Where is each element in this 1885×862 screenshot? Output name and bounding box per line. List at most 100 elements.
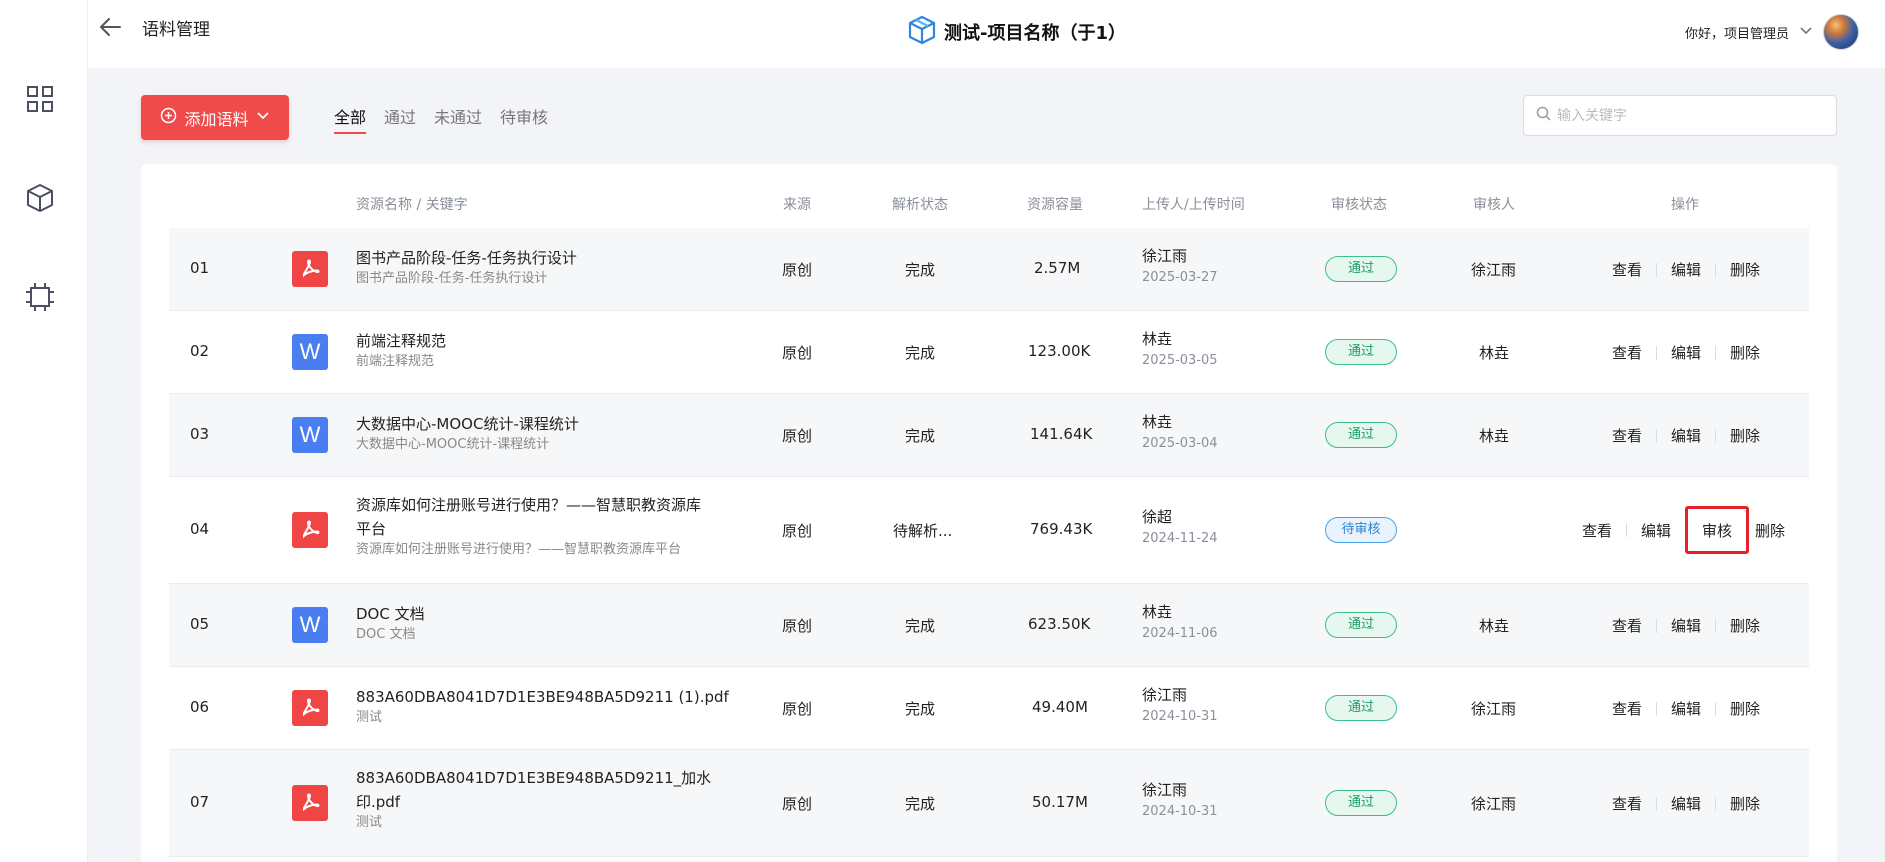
review-status-cell: 通过: [1325, 790, 1397, 816]
project-cube-icon: [908, 15, 936, 49]
view-button[interactable]: 查看: [1612, 793, 1642, 814]
left-rail: [0, 0, 88, 862]
upload-date: 2024-10-31: [1142, 709, 1218, 724]
table-row: 07 883A60DBA8041D7D1E3BE948BA5D9211_加水 印…: [169, 750, 1809, 857]
view-button[interactable]: 查看: [1612, 615, 1642, 636]
delete-button[interactable]: 删除: [1755, 520, 1785, 541]
view-button[interactable]: 查看: [1582, 520, 1612, 541]
resource-name-cell: 883A60DBA8041D7D1E3BE948BA5D9211 (1).pdf…: [356, 685, 729, 727]
row-operations: 查看 编辑 删除: [1612, 615, 1760, 636]
resource-name-cell: 前端注释规范 前端注释规范: [356, 329, 446, 371]
tab-pending[interactable]: 待审核: [500, 104, 548, 134]
table-row: 03 W 大数据中心-MOOC统计-课程统计 大数据中心-MOOC统计-课程统计…: [169, 394, 1809, 477]
avatar[interactable]: [1823, 14, 1859, 50]
delete-button[interactable]: 删除: [1730, 425, 1760, 446]
separator: [1656, 428, 1658, 443]
review-button[interactable]: 审核: [1702, 520, 1732, 541]
resource-name-cell: DOC 文档 DOC 文档: [356, 602, 425, 644]
reviewer: 徐江雨: [1471, 795, 1517, 813]
review-button-highlight[interactable]: 审核: [1685, 506, 1750, 554]
delete-button[interactable]: 删除: [1730, 698, 1760, 719]
uploader-name: 徐江雨: [1142, 781, 1188, 799]
separator: [1715, 796, 1717, 811]
add-corpus-button[interactable]: 添加语料: [141, 95, 289, 140]
uploader-cell: 林垚 2025-03-04: [1142, 411, 1218, 455]
review-status-cell: 通过: [1325, 612, 1397, 638]
col-review-status: 审核状态: [1331, 197, 1387, 213]
tab-all[interactable]: 全部: [334, 104, 367, 134]
delete-button[interactable]: 删除: [1730, 259, 1760, 280]
parse-status: 完成: [905, 795, 936, 813]
user-menu[interactable]: 你好，项目管理员: [1685, 12, 1859, 52]
resource-name: 图书产品阶段-任务-任务执行设计: [356, 249, 577, 267]
status-badge: 通过: [1325, 695, 1397, 721]
uploader-cell: 林垚 2025-03-05: [1142, 328, 1218, 372]
row-number: 05: [190, 615, 210, 633]
back-arrow-icon[interactable]: [98, 14, 124, 40]
edit-button[interactable]: 编辑: [1671, 259, 1701, 280]
delete-button[interactable]: 删除: [1730, 793, 1760, 814]
view-button[interactable]: 查看: [1612, 425, 1642, 446]
edit-button[interactable]: 编辑: [1671, 425, 1701, 446]
search-box[interactable]: [1523, 95, 1837, 136]
parse-status: 完成: [905, 344, 936, 362]
parse-status: 完成: [905, 261, 936, 279]
separator: [1715, 618, 1717, 633]
search-input[interactable]: [1557, 107, 1817, 124]
row-number: 02: [190, 342, 210, 360]
upload-date: 2024-10-31: [1142, 804, 1218, 819]
table-row: 01 图书产品阶段-任务-任务执行设计 图书产品阶段-任务-任务执行设计 原创 …: [169, 228, 1809, 311]
edit-button[interactable]: 编辑: [1671, 793, 1701, 814]
resource-keyword: 资源库如何注册账号进行使用？——智慧职教资源库平台: [356, 542, 682, 557]
pdf-file-icon: [292, 251, 328, 287]
col-operations: 操作: [1671, 197, 1699, 213]
cube-icon[interactable]: [24, 182, 56, 214]
separator: [1626, 523, 1628, 537]
resource-keyword: 测试: [356, 815, 383, 830]
grid-icon[interactable]: [24, 83, 56, 115]
tab-failed[interactable]: 未通过: [434, 104, 482, 134]
status-tabs: 全部 通过 未通过 待审核: [334, 104, 548, 134]
pdf-file-icon: [292, 512, 328, 548]
add-corpus-label: 添加语料: [184, 109, 249, 129]
view-button[interactable]: 查看: [1612, 698, 1642, 719]
uploader-cell: 徐江雨 2024-10-31: [1142, 684, 1218, 728]
resource-name-cell: 883A60DBA8041D7D1E3BE948BA5D9211_加水 印.pd…: [356, 766, 756, 832]
view-button[interactable]: 查看: [1612, 342, 1642, 363]
delete-button[interactable]: 删除: [1730, 615, 1760, 636]
row-operations: 查看 编辑 删除: [1612, 342, 1760, 363]
row-operations: 查看 编辑 审核 删除: [1582, 506, 1785, 554]
resource-name: 883A60DBA8041D7D1E3BE948BA5D9211_加水: [356, 769, 712, 787]
edit-button[interactable]: 编辑: [1671, 615, 1701, 636]
resource-name-cell: 资源库如何注册账号进行使用？——智慧职教资源库 平台 资源库如何注册账号进行使用…: [356, 493, 756, 559]
status-badge: 通过: [1325, 256, 1397, 282]
tab-passed[interactable]: 通过: [384, 104, 416, 134]
delete-button[interactable]: 删除: [1730, 342, 1760, 363]
word-file-icon: W: [292, 607, 328, 643]
col-uploader: 上传人/上传时间: [1142, 197, 1245, 213]
table-row: 06 883A60DBA8041D7D1E3BE948BA5D9211 (1).…: [169, 667, 1809, 750]
edit-button[interactable]: 编辑: [1641, 520, 1671, 541]
row-number: 04: [190, 520, 210, 538]
file-size: 623.50K: [1028, 615, 1091, 633]
table-header: 资源名称 / 关键字 来源 解析状态 资源容量 上传人/上传时间 审核状态 审核…: [141, 164, 1837, 228]
parse-status: 完成: [905, 617, 936, 635]
parse-status: 完成: [905, 700, 936, 718]
chevron-down-icon[interactable]: [1799, 23, 1813, 42]
edit-button[interactable]: 编辑: [1671, 698, 1701, 719]
separator: [1715, 262, 1717, 277]
status-badge: 通过: [1325, 422, 1397, 448]
edit-button[interactable]: 编辑: [1671, 342, 1701, 363]
word-file-icon: W: [292, 417, 328, 453]
row-number: 01: [190, 259, 210, 277]
crop-frame-icon[interactable]: [24, 281, 56, 313]
col-name: 资源名称 / 关键字: [356, 197, 468, 213]
file-size: 123.00K: [1028, 342, 1091, 360]
review-status-cell: 通过: [1325, 695, 1397, 721]
view-button[interactable]: 查看: [1612, 259, 1642, 280]
resource-name-continued: 印.pdf: [356, 793, 401, 811]
word-file-icon: W: [292, 334, 328, 370]
greeting-text: 你好，项目管理员: [1684, 26, 1789, 42]
parse-status: 完成: [905, 427, 936, 445]
table-row: 04 资源库如何注册账号进行使用？——智慧职教资源库 平台 资源库如何注册账号进…: [169, 477, 1809, 584]
